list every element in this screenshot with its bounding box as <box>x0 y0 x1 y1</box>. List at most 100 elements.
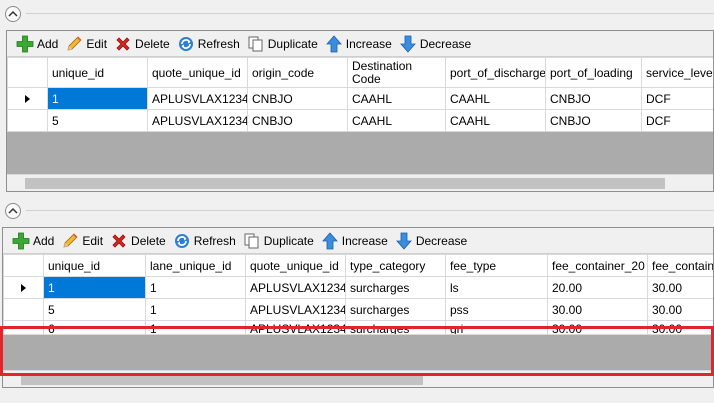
arrow-up-icon <box>320 231 340 251</box>
delete-button[interactable]: Delete <box>113 33 170 55</box>
table-row[interactable]: 5 APLUSVLAX12345 CNBJO CAAHL CAAHL CNBJO… <box>7 109 713 132</box>
table-cell[interactable]: DCF <box>641 87 713 110</box>
table-cell[interactable]: 30.00 <box>647 298 713 321</box>
table-cell[interactable]: APLUSVLAX12345 <box>147 109 248 132</box>
table-cell[interactable]: CAAHL <box>347 109 446 132</box>
table-cell[interactable]: 5 <box>47 109 148 132</box>
column-header[interactable]: port_of_discharge <box>445 57 546 88</box>
decrease-button[interactable]: Decrease <box>394 230 467 252</box>
table-cell[interactable]: CNBJO <box>247 87 348 110</box>
pencil-icon <box>64 34 84 54</box>
column-header[interactable]: port_of_loading <box>545 57 642 88</box>
edit-button[interactable]: Edit <box>64 33 107 55</box>
column-header[interactable]: fee_container_40 <box>647 254 713 277</box>
row-header-corner <box>3 254 44 277</box>
lanes-grid: unique_id quote_unique_id origin_code De… <box>7 57 713 191</box>
table-cell[interactable]: 1 <box>43 276 146 299</box>
column-header[interactable]: quote_unique_id <box>245 254 346 277</box>
table-cell[interactable]: 30.00 <box>647 320 713 335</box>
table-header-row: unique_id lane_unique_id quote_unique_id… <box>3 254 713 277</box>
table-row[interactable]: 6 1 APLUSVLAX12345 surcharges gri 30.00 … <box>3 320 713 335</box>
add-button[interactable]: Add <box>11 230 54 252</box>
refresh-button[interactable]: Refresh <box>172 230 236 252</box>
decrease-label: Decrease <box>415 233 468 248</box>
row-pointer-icon <box>25 94 30 103</box>
table-cell[interactable]: DCF <box>641 109 713 132</box>
arrow-down-icon <box>398 34 418 54</box>
row-header-corner <box>7 57 48 88</box>
edit-button[interactable]: Edit <box>60 230 103 252</box>
scrollbar-thumb[interactable] <box>21 374 423 385</box>
table-cell[interactable]: 30.00 <box>647 276 713 299</box>
table-cell[interactable]: CNBJO <box>545 87 642 110</box>
column-header[interactable]: unique_id <box>47 57 148 88</box>
decrease-label: Decrease <box>419 36 472 51</box>
table-cell[interactable]: APLUSVLAX12345 <box>147 87 248 110</box>
refresh-button[interactable]: Refresh <box>176 33 240 55</box>
column-header[interactable]: Destination Code <box>347 57 446 88</box>
column-header[interactable]: origin_code <box>247 57 348 88</box>
table-cell[interactable]: 1 <box>145 276 246 299</box>
refresh-label: Refresh <box>197 36 240 51</box>
column-header[interactable]: type_category <box>345 254 446 277</box>
row-header[interactable] <box>3 298 44 321</box>
table-cell[interactable]: 1 <box>145 320 246 335</box>
table-header-row: unique_id quote_unique_id origin_code De… <box>7 57 713 88</box>
collapse-panel2-button[interactable] <box>5 203 21 219</box>
table-cell[interactable]: 30.00 <box>547 320 648 335</box>
current-row-indicator[interactable] <box>7 87 48 110</box>
column-header[interactable]: quote_unique_id <box>147 57 248 88</box>
row-header[interactable] <box>3 320 44 335</box>
increase-label: Increase <box>345 36 392 51</box>
column-header[interactable]: unique_id <box>43 254 146 277</box>
table-cell[interactable]: 20.00 <box>547 276 648 299</box>
row-header[interactable] <box>7 109 48 132</box>
table-cell[interactable]: surcharges <box>345 276 446 299</box>
table-cell[interactable]: CAAHL <box>445 109 546 132</box>
collapse-panel1-button[interactable] <box>5 6 21 22</box>
horizontal-scrollbar[interactable] <box>3 370 713 387</box>
table-row[interactable]: 5 1 APLUSVLAX12345 surcharges pss 30.00 … <box>3 298 713 321</box>
increase-button[interactable]: Increase <box>320 230 388 252</box>
table-cell[interactable]: APLUSVLAX12345 <box>245 298 346 321</box>
table-cell[interactable]: 5 <box>43 298 146 321</box>
column-header[interactable]: fee_container_20 <box>547 254 648 277</box>
divider <box>26 13 714 14</box>
delete-button[interactable]: Delete <box>109 230 166 252</box>
increase-label: Increase <box>341 233 388 248</box>
duplicate-button[interactable]: Duplicate <box>242 230 314 252</box>
duplicate-button[interactable]: Duplicate <box>246 33 318 55</box>
table-row[interactable]: 1 1 APLUSVLAX12345 surcharges ls 20.00 3… <box>3 276 713 299</box>
table-cell[interactable]: surcharges <box>345 298 446 321</box>
add-button[interactable]: Add <box>15 33 58 55</box>
table-cell[interactable]: 30.00 <box>547 298 648 321</box>
fees-table: unique_id lane_unique_id quote_unique_id… <box>3 254 713 335</box>
table-cell[interactable]: 1 <box>145 298 246 321</box>
table-cell[interactable]: surcharges <box>345 320 446 335</box>
pencil-icon <box>60 231 80 251</box>
table-cell[interactable]: APLUSVLAX12345 <box>245 276 346 299</box>
table-cell[interactable]: 1 <box>47 87 148 110</box>
table-cell[interactable]: gri <box>445 320 548 335</box>
table-cell[interactable]: 6 <box>43 320 146 335</box>
table-cell[interactable]: pss <box>445 298 548 321</box>
current-row-indicator[interactable] <box>3 276 44 299</box>
table-cell[interactable]: CNBJO <box>545 109 642 132</box>
column-header[interactable]: lane_unique_id <box>145 254 246 277</box>
table-row[interactable]: 1 APLUSVLAX12345 CNBJO CAAHL CAAHL CNBJO… <box>7 87 713 110</box>
panel1-toolbar: Add Edit Delete Refresh Duplicate Increa… <box>7 31 713 57</box>
edit-label: Edit <box>86 36 108 51</box>
table-cell[interactable]: APLUSVLAX12345 <box>245 320 346 335</box>
column-header[interactable]: fee_type <box>445 254 548 277</box>
table-cell[interactable]: CAAHL <box>445 87 546 110</box>
table-cell[interactable]: ls <box>445 276 548 299</box>
table-cell[interactable]: CNBJO <box>247 109 348 132</box>
add-label: Add <box>37 36 59 51</box>
divider <box>26 210 714 211</box>
scrollbar-thumb[interactable] <box>25 178 665 189</box>
horizontal-scrollbar[interactable] <box>7 174 713 191</box>
increase-button[interactable]: Increase <box>324 33 392 55</box>
table-cell[interactable]: CAAHL <box>347 87 446 110</box>
decrease-button[interactable]: Decrease <box>398 33 471 55</box>
column-header[interactable]: service_level <box>641 57 713 88</box>
